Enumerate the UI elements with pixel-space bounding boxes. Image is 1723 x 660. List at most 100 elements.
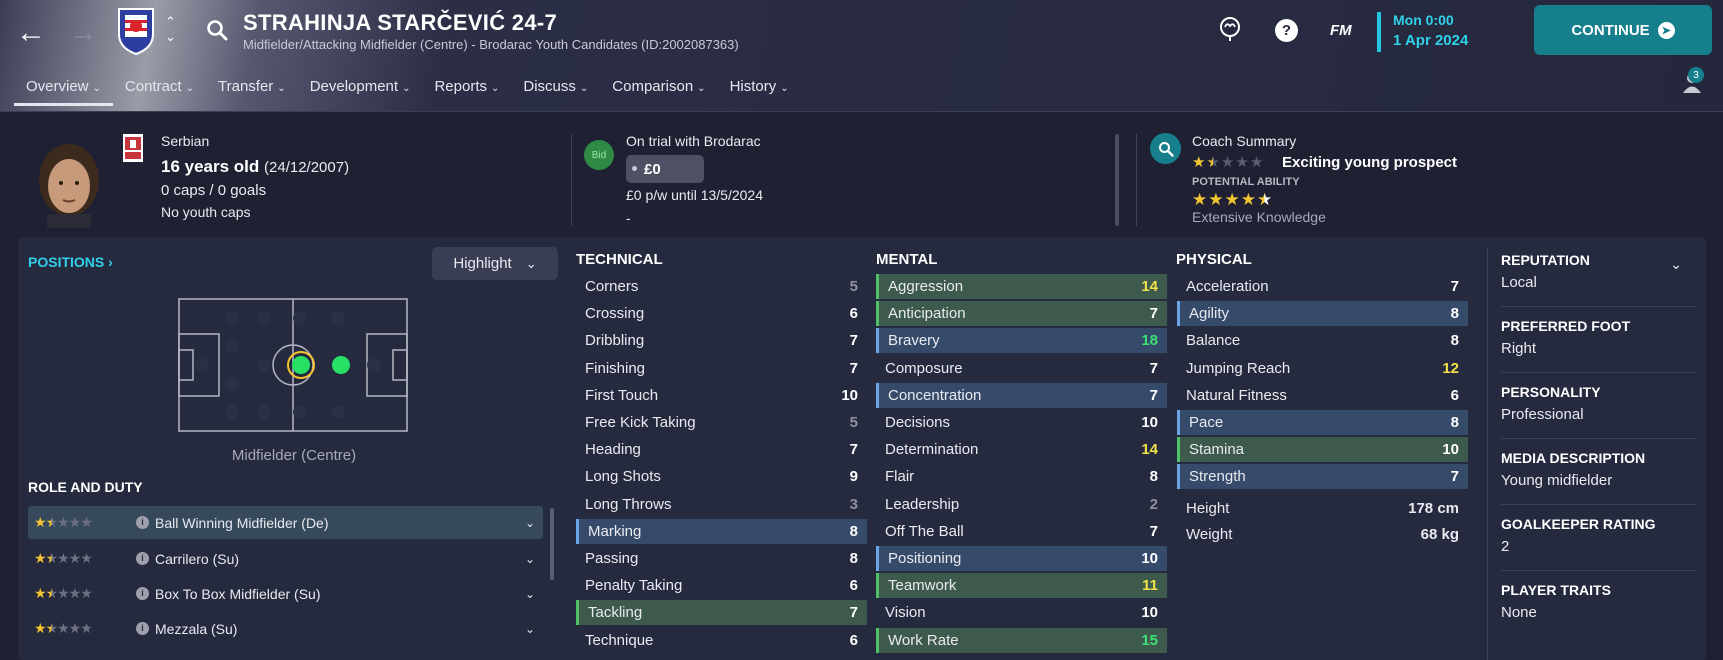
attribute-row-marking[interactable]: Marking 8 [576,518,867,544]
attribute-row-determination[interactable]: Determination 14 [876,437,1167,462]
attribute-row-work-rate[interactable]: Work Rate 15 [876,627,1167,653]
attribute-name: First Touch [585,386,659,404]
attribute-row-vision[interactable]: Vision 10 [876,600,1167,625]
attribute-row-off-the-ball[interactable]: Off The Ball 7 [876,519,1167,544]
attribute-row-acceleration[interactable]: Acceleration 7 [1177,274,1468,299]
attribute-row-agility[interactable]: Agility 8 [1177,301,1468,327]
tab-transfer[interactable]: Transfer ⌄ [206,76,298,106]
attribute-value: 10 [1141,550,1158,567]
attribute-value: 18 [1141,332,1158,350]
attribute-value: 7 [1450,278,1459,295]
date-accent-bar [1377,12,1381,52]
attribute-row-pace[interactable]: Pace 8 [1177,410,1468,435]
info-icon[interactable]: i [136,516,149,529]
highlight-dropdown[interactable]: Highlight ⌄ [432,247,558,280]
role-label: Ball Winning Midfielder (De) [155,514,329,531]
attribute-name: Long Throws [585,495,672,513]
role-row[interactable]: ★★★★★ i Carrilero (Su) ⌄ [28,542,543,575]
bid-button[interactable]: Bid [584,140,614,170]
chevron-down-icon[interactable]: ⌄ [525,622,535,636]
roles-scrollbar[interactable] [550,508,554,580]
chevron-down-icon: ⌄ [525,255,537,271]
chevron-down-icon: ⌄ [185,83,194,94]
attribute-row-long-throws[interactable]: Long Throws 3 [576,492,867,517]
attribute-row-stamina[interactable]: Stamina 10 [1177,437,1468,463]
attribute-row-first-touch[interactable]: First Touch 10 [576,383,867,408]
physical-title: PHYSICAL [1176,251,1252,268]
attribute-row-anticipation[interactable]: Anticipation 7 [876,301,1167,327]
position-label: Midfielder (Centre) [231,447,357,464]
attribute-row-balance[interactable]: Balance 8 [1177,328,1468,353]
attribute-row-passing[interactable]: Passing 8 [576,546,867,571]
attribute-row-concentration[interactable]: Concentration 7 [876,382,1167,408]
attribute-row-heading[interactable]: Heading 7 [576,437,867,462]
attribute-row-positioning[interactable]: Positioning 10 [876,546,1167,571]
chevron-down-icon[interactable]: ⌄ [525,552,535,566]
info-icon[interactable]: i [136,622,149,635]
tab-history[interactable]: History ⌄ [718,76,801,106]
player-avatar [39,144,99,228]
tab-overview[interactable]: Overview ⌄ [14,76,113,106]
player-switch-icon[interactable]: ⌃ ⌄ [165,14,176,44]
game-date: 1 Apr 2024 [1393,32,1469,49]
attribute-value: 8 [1450,305,1459,323]
chevron-down-icon: ⌄ [579,83,589,94]
coach-search-icon[interactable] [1150,133,1181,164]
attribute-row-jumping-reach[interactable]: Jumping Reach 12 [1177,356,1468,381]
chevron-down-icon[interactable]: ⌄ [525,516,535,530]
attribute-row-long-shots[interactable]: Long Shots 9 [576,464,867,489]
attribute-row-free-kick-taking[interactable]: Free Kick Taking 5 [576,410,867,435]
role-row[interactable]: ★★★★★ i Box To Box Midfielder (Su) ⌄ [28,577,543,610]
attribute-row-leadership[interactable]: Leadership 2 [876,492,1167,517]
attribute-row-aggression[interactable]: Aggression 14 [876,274,1167,299]
attribute-row-dribbling[interactable]: Dribbling 7 [576,328,867,353]
attribute-row-tackling[interactable]: Tackling 7 [576,600,867,626]
chevron-down-icon[interactable]: ⌄ [1670,256,1682,273]
chevron-down-icon[interactable]: ⌄ [525,587,535,601]
back-arrow-icon[interactable]: ← [16,18,46,48]
attribute-name: Teamwork [888,577,957,595]
tab-discuss[interactable]: Discuss ⌄ [511,76,600,106]
summary-scrollbar[interactable] [1115,134,1119,226]
attribute-row-finishing[interactable]: Finishing 7 [576,356,867,381]
attribute-row-natural-fitness[interactable]: Natural Fitness 6 [1177,383,1468,408]
tab-development[interactable]: Development ⌄ [298,76,423,106]
search-icon[interactable] [206,19,228,41]
tab-reports[interactable]: Reports ⌄ [422,76,511,106]
forward-arrow-icon[interactable]: → [68,18,98,48]
attribute-row-penalty-taking[interactable]: Penalty Taking 6 [576,573,867,598]
info-icon[interactable]: i [136,552,149,565]
attribute-row-flair[interactable]: Flair 8 [876,464,1167,489]
attribute-row-teamwork[interactable]: Teamwork 11 [876,573,1167,599]
attribute-value: 8 [849,550,858,567]
attribute-name: Marking [588,522,642,540]
help-icon[interactable]: ? [1275,19,1298,42]
attribute-name: Stamina [1189,441,1245,459]
attribute-row-bravery[interactable]: Bravery 18 [876,328,1167,354]
attribute-value: 10 [1442,441,1459,459]
brain-icon[interactable] [1218,16,1242,42]
contract-status: On trial with Brodarac [626,133,761,149]
attribute-row-crossing[interactable]: Crossing 6 [576,301,867,326]
attribute-row-strength[interactable]: Strength 7 [1177,464,1468,490]
tab-comparison[interactable]: Comparison ⌄ [600,76,717,106]
info-icon[interactable]: i [136,587,149,600]
reputation-block[interactable]: REPUTATION Local ⌄ [1501,252,1696,291]
attribute-name: Finishing [585,359,646,377]
fm-menu-button[interactable]: FM [1330,22,1352,39]
tab-contract[interactable]: Contract ⌄ [113,76,206,106]
role-row[interactable]: ★★★★★ i Mezzala (Su) ⌄ [28,612,543,645]
continue-button[interactable]: CONTINUE ➤ [1534,5,1712,55]
positions-link[interactable]: POSITIONS › [28,254,113,270]
club-crest-icon[interactable] [116,6,156,56]
chevron-down-icon: ⌄ [780,83,789,94]
attribute-row-technique[interactable]: Technique 6 [576,628,867,653]
attribute-name: Heading [585,441,641,459]
attribute-row-decisions[interactable]: Decisions 10 [876,410,1167,435]
attribute-name: Positioning [888,550,962,567]
attribute-row-corners[interactable]: Corners 5 [576,274,867,299]
youth-caps: No youth caps [161,204,251,220]
serbia-flag-icon [123,134,143,162]
role-row[interactable]: ★★★★★ i Ball Winning Midfielder (De) ⌄ [28,506,543,539]
attribute-row-composure[interactable]: Composure 7 [876,356,1167,381]
